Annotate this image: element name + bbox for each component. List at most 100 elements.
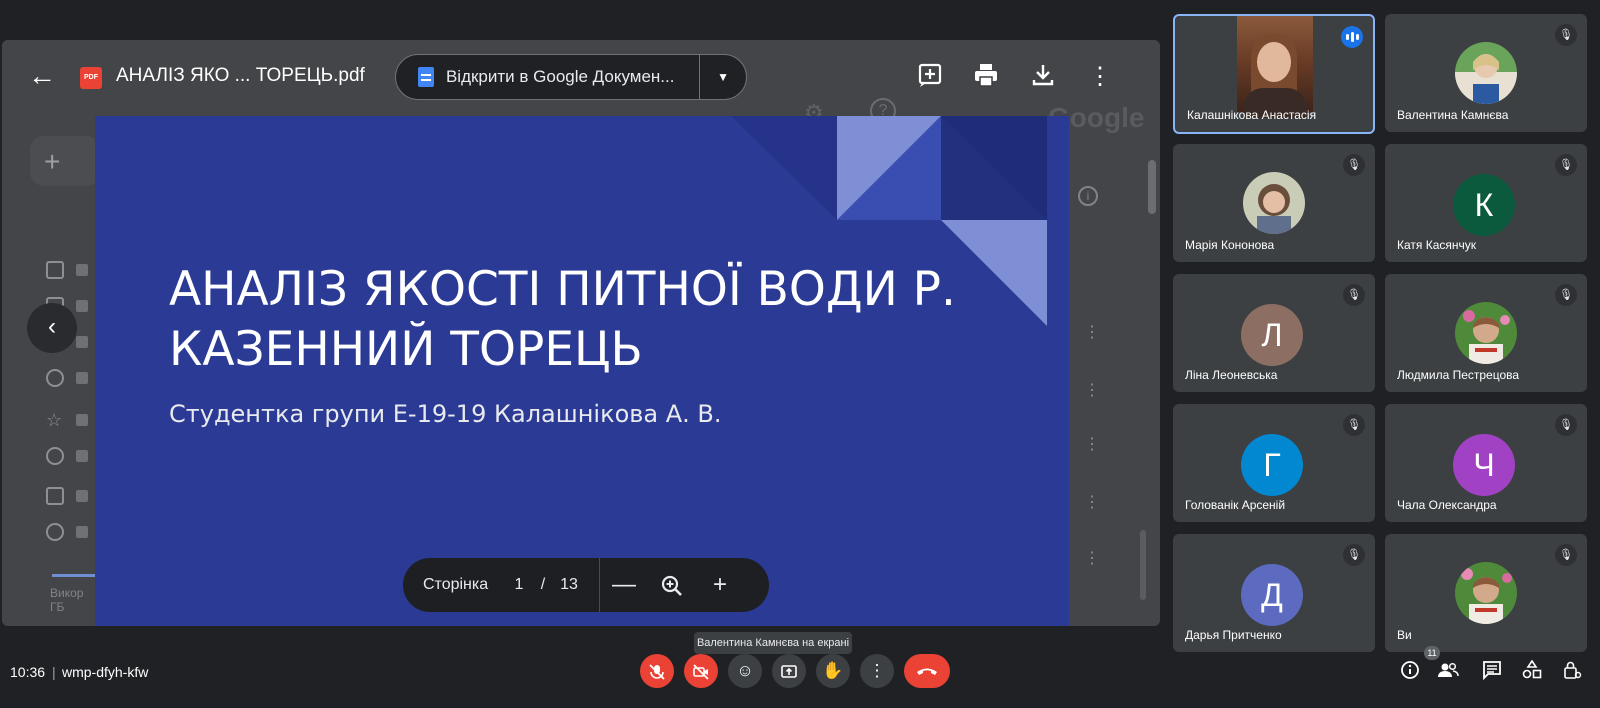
participant-video — [1237, 16, 1313, 118]
drive-sidebar: ☆ — [2, 160, 98, 626]
scrollbar — [1140, 530, 1146, 600]
more-options-icon: ⋮ — [1084, 324, 1100, 341]
pdf-viewer-toolbar: ← PDF АНАЛІЗ ЯКО ... ТОРЕЦЬ.pdf Відкрити… — [2, 40, 1160, 114]
pdf-slide: АНАЛІЗ ЯКОСТІ ПИТНОЇ ВОДИ Р. КАЗЕННИЙ ТО… — [95, 116, 1069, 626]
mic-off-icon: 🎙 — [1343, 544, 1365, 566]
mic-off-icon: 🎙 — [1343, 284, 1365, 306]
more-options-icon: ⋮ — [1084, 382, 1100, 399]
speaking-indicator-icon — [1341, 26, 1363, 48]
avatar — [1455, 302, 1517, 364]
participant-tile[interactable]: 🎙 Л Ліна Леоневська — [1173, 274, 1375, 392]
google-docs-icon — [418, 67, 434, 87]
participant-tile[interactable]: 🎙 Д Дарья Притченко — [1173, 534, 1375, 652]
slide-title-line1: АНАЛІЗ ЯКОСТІ ПИТНОЇ ВОДИ Р. — [169, 262, 956, 317]
end-call-button[interactable] — [904, 654, 950, 688]
drive-sidebar-item — [46, 366, 96, 390]
back-arrow-icon[interactable]: ← — [28, 62, 56, 90]
slide-subtitle: Студентка групи Е-19-19 Калашнікова А. В… — [169, 400, 722, 428]
slide-title: АНАЛІЗ ЯКОСТІ ПИТНОЇ ВОДИ Р. КАЗЕННИЙ ТО… — [169, 260, 956, 380]
emoji-reaction-button[interactable]: ☺ — [728, 654, 762, 688]
participant-name: Ви — [1397, 628, 1412, 642]
page-control: Сторінка 1 / 13 — + — [403, 558, 769, 612]
more-options-icon[interactable]: ⋮ — [1085, 62, 1115, 92]
meeting-info-icon[interactable] — [1398, 660, 1422, 684]
drive-sidebar-item: ☆ — [46, 408, 96, 432]
participant-name: Калашнікова Анастасія — [1187, 108, 1317, 122]
mic-off-icon: 🎙 — [1555, 414, 1577, 436]
participant-name: Катя Касянчук — [1397, 238, 1477, 252]
presentation-area: + ☆ Викор ГБ ⚙ ? Google i ⋮ ⋮ ⋮ ⋮ ⋮ ← PD… — [2, 40, 1160, 626]
mic-off-icon: 🎙 — [1555, 544, 1577, 566]
participant-name: Ліна Леоневська — [1185, 368, 1278, 382]
meeting-time: 10:36 — [10, 664, 46, 680]
drive-sidebar-item — [46, 484, 96, 508]
people-icon[interactable] — [1436, 660, 1460, 684]
participant-name: Голованік Арсеній — [1185, 498, 1286, 512]
participant-tile[interactable]: 🎙 Валентина Камнєва — [1385, 14, 1587, 132]
zoom-icon[interactable] — [648, 571, 696, 599]
more-options-icon: ⋮ — [1084, 550, 1100, 567]
mic-off-icon: 🎙 — [1343, 154, 1365, 176]
participant-name: Людмила Пестрецова — [1397, 368, 1520, 382]
more-options-icon: ⋮ — [1084, 436, 1100, 453]
page-label: Сторінка — [423, 576, 489, 593]
print-icon[interactable] — [971, 62, 1001, 92]
mic-toggle-button[interactable] — [640, 654, 674, 688]
raise-hand-button[interactable]: ✋ — [816, 654, 850, 688]
people-count-badge: 11 — [1424, 646, 1440, 660]
mic-off-icon: 🎙 — [1555, 154, 1577, 176]
drive-storage-bar — [52, 574, 96, 577]
slide-title-line2: КАЗЕННИЙ ТОРЕЦЬ — [169, 322, 643, 377]
caret-down-icon[interactable]: ▼ — [700, 70, 746, 84]
avatar — [1455, 42, 1517, 104]
zoom-out-button[interactable]: — — [600, 571, 648, 599]
file-title: АНАЛІЗ ЯКО ... ТОРЕЦЬ.pdf — [116, 65, 365, 86]
page-separator: / — [540, 576, 546, 593]
participant-name: Марія Кононова — [1185, 238, 1275, 252]
pdf-file-icon: PDF — [80, 67, 102, 89]
mic-off-icon: 🎙 — [1555, 24, 1577, 46]
open-in-docs-label: Відкрити в Google Докумен... — [445, 67, 675, 86]
more-options-icon: ⋮ — [1084, 494, 1100, 511]
scrollbar — [1148, 160, 1156, 214]
page-current[interactable]: 1 — [509, 576, 529, 594]
avatar: К — [1453, 174, 1515, 236]
avatar: Д — [1241, 564, 1303, 626]
drive-sidebar-item — [46, 520, 96, 544]
mic-off-icon: 🎙 — [1555, 284, 1577, 306]
download-icon[interactable] — [1028, 62, 1058, 92]
participant-tile[interactable]: 🎙 К Катя Касянчук — [1385, 144, 1587, 262]
participant-name: Валентина Камнєва — [1397, 108, 1509, 122]
previous-file-button[interactable]: ‹ — [27, 303, 77, 353]
meeting-code: wmp-dfyh-kfw — [62, 664, 149, 680]
drive-sidebar-item — [46, 444, 96, 468]
chat-icon[interactable] — [1480, 660, 1504, 684]
more-options-button[interactable]: ⋮ — [860, 654, 894, 688]
presenting-tooltip: Валентина Камнєва на екрані — [694, 632, 852, 654]
participant-name: Чала Олександра — [1397, 498, 1497, 512]
avatar — [1455, 562, 1517, 624]
divider: | — [52, 664, 56, 680]
participant-tile[interactable]: 🎙 Г Голованік Арсеній — [1173, 404, 1375, 522]
page-total: 13 — [560, 576, 578, 593]
zoom-in-button[interactable]: + — [696, 571, 744, 599]
info-icon: i — [1078, 186, 1098, 206]
present-screen-button[interactable] — [772, 654, 806, 688]
drive-sidebar-item — [46, 258, 96, 282]
participant-tile[interactable]: 🎙 Ч Чала Олександра — [1385, 404, 1587, 522]
participant-tile[interactable]: Калашнікова Анастасія — [1173, 14, 1375, 134]
camera-toggle-button[interactable] — [684, 654, 718, 688]
drive-storage-text: Викор ГБ — [50, 586, 84, 614]
avatar: Л — [1241, 304, 1303, 366]
open-in-google-docs-button[interactable]: Відкрити в Google Докумен... ▼ — [395, 54, 747, 100]
avatar — [1243, 172, 1305, 234]
avatar: Г — [1241, 434, 1303, 496]
mic-off-icon: 🎙 — [1343, 414, 1365, 436]
host-controls-icon[interactable] — [1560, 660, 1584, 684]
activities-icon[interactable] — [1520, 659, 1544, 684]
participant-tile[interactable]: 🎙 Людмила Пестрецова — [1385, 274, 1587, 392]
participant-tile[interactable]: 🎙 Марія Кононова — [1173, 144, 1375, 262]
participant-name: Дарья Притченко — [1185, 628, 1282, 642]
participant-tile[interactable]: 🎙 Ви — [1385, 534, 1587, 652]
add-comment-icon[interactable] — [915, 62, 945, 92]
